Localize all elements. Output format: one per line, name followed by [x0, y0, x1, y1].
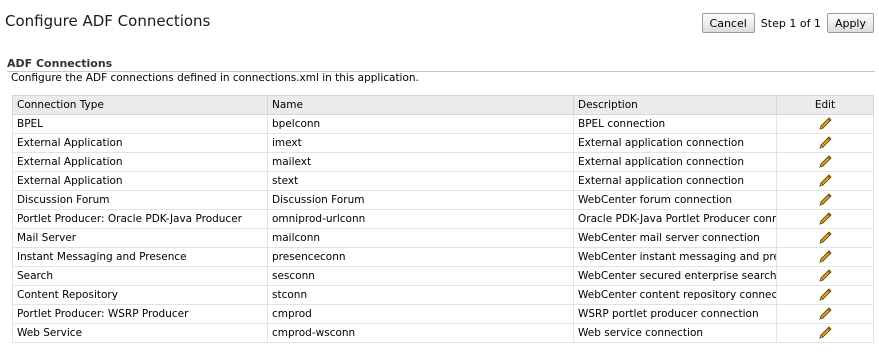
table-row[interactable]: Search sesconn WebCenter secured enterpris…: [12, 266, 874, 286]
table-row[interactable]: Portlet Producer: WSRP Producer cmprod WSR…: [12, 304, 874, 324]
column-header-edit: Edit: [776, 95, 874, 115]
pencil-icon[interactable]: [817, 135, 833, 151]
table-body: BPEL bpelconn BPEL connection External Appl…: [12, 114, 874, 343]
connection-name-cell: bpelconn: [267, 114, 574, 134]
connection-description-cell: Web service connection: [573, 323, 777, 343]
pencil-icon[interactable]: [817, 325, 833, 341]
toolbar: Cancel Step 1 of 1 Apply: [701, 12, 874, 34]
connection-name-cell: Discussion Forum: [267, 190, 574, 210]
connection-description-cell: Oracle PDK-Java Portlet Producer connect: [573, 209, 777, 229]
connection-name-cell: mailconn: [267, 228, 574, 248]
connection-description-cell: WSRP portlet producer connection: [573, 304, 777, 324]
cancel-button[interactable]: Cancel: [701, 13, 755, 33]
step-indicator: Step 1 of 1: [760, 16, 821, 30]
table-row[interactable]: External Application mailext External appl…: [12, 152, 874, 172]
connection-type-cell: External Application: [12, 133, 268, 153]
connection-type-cell: External Application: [12, 152, 268, 172]
connection-description-cell: BPEL connection: [573, 114, 777, 134]
connection-description-cell: WebCenter forum connection: [573, 190, 777, 210]
connection-type-cell: BPEL: [12, 114, 268, 134]
edit-cell[interactable]: [776, 190, 874, 210]
connection-name-cell: presenceconn: [267, 247, 574, 267]
table-header-row: Connection Type Name Description Edit: [12, 95, 874, 115]
edit-cell[interactable]: [776, 209, 874, 229]
table-row[interactable]: Portlet Producer: Oracle PDK-Java Produc…: [12, 209, 874, 229]
connection-type-cell: External Application: [12, 171, 268, 191]
connection-name-cell: imext: [267, 133, 574, 153]
pencil-icon[interactable]: [817, 211, 833, 227]
pencil-icon[interactable]: [817, 173, 833, 189]
connection-description-cell: WebCenter mail server connection: [573, 228, 777, 248]
connection-type-cell: Discussion Forum: [12, 190, 268, 210]
edit-cell[interactable]: [776, 266, 874, 286]
table-row[interactable]: BPEL bpelconn BPEL connection: [12, 114, 874, 134]
connection-name-cell: cmprod: [267, 304, 574, 324]
edit-cell[interactable]: [776, 247, 874, 267]
pencil-icon[interactable]: [817, 192, 833, 208]
connection-name-cell: stconn: [267, 285, 574, 305]
pencil-icon[interactable]: [817, 287, 833, 303]
connection-name-cell: stext: [267, 171, 574, 191]
table-row[interactable]: Instant Messaging and Presence presenceco…: [12, 247, 874, 267]
pencil-icon[interactable]: [817, 249, 833, 265]
section-description: Configure the ADF connections defined in…: [11, 72, 419, 84]
edit-cell[interactable]: [776, 323, 874, 343]
connection-description-cell: External application connection: [573, 152, 777, 172]
connections-table: Connection Type Name Description Edit BP…: [12, 95, 874, 343]
connection-type-cell: Mail Server: [12, 228, 268, 248]
connection-type-cell: Content Repository: [12, 285, 268, 305]
edit-cell[interactable]: [776, 152, 874, 172]
apply-button[interactable]: Apply: [826, 13, 874, 33]
connection-description-cell: WebCenter content repository connection: [573, 285, 777, 305]
section-title: ADF Connections: [7, 57, 875, 72]
connection-type-cell: Instant Messaging and Presence: [12, 247, 268, 267]
edit-cell[interactable]: [776, 228, 874, 248]
column-header-description[interactable]: Description: [573, 95, 777, 115]
pencil-icon[interactable]: [817, 268, 833, 284]
connection-type-cell: Portlet Producer: WSRP Producer: [12, 304, 268, 324]
connection-name-cell: cmprod-wsconn: [267, 323, 574, 343]
connection-name-cell: sesconn: [267, 266, 574, 286]
edit-cell[interactable]: [776, 114, 874, 134]
table-row[interactable]: Web Service cmprod-wsconn Web service conn…: [12, 323, 874, 343]
table-row[interactable]: Discussion Forum Discussion Forum WebCente…: [12, 190, 874, 210]
connection-name-cell: mailext: [267, 152, 574, 172]
pencil-icon[interactable]: [817, 230, 833, 246]
connection-type-cell: Search: [12, 266, 268, 286]
connection-description-cell: WebCenter instant messaging and preser: [573, 247, 777, 267]
edit-cell[interactable]: [776, 304, 874, 324]
page-title: Configure ADF Connections: [5, 12, 211, 30]
connection-name-cell: omniprod-urlconn: [267, 209, 574, 229]
connection-type-cell: Portlet Producer: Oracle PDK-Java Produc…: [12, 209, 268, 229]
connection-description-cell: External application connection: [573, 171, 777, 191]
column-header-name[interactable]: Name: [267, 95, 574, 115]
pencil-icon[interactable]: [817, 154, 833, 170]
table-row[interactable]: Mail Server mailconn WebCenter mail server…: [12, 228, 874, 248]
table-row[interactable]: Content Repository stconn WebCenter conten…: [12, 285, 874, 305]
edit-cell[interactable]: [776, 133, 874, 153]
pencil-icon[interactable]: [817, 116, 833, 132]
table-row[interactable]: External Application imext External applic…: [12, 133, 874, 153]
connection-type-cell: Web Service: [12, 323, 268, 343]
edit-cell[interactable]: [776, 171, 874, 191]
connection-description-cell: WebCenter secured enterprise search cor: [573, 266, 777, 286]
column-header-connection-type[interactable]: Connection Type: [12, 95, 268, 115]
connection-description-cell: External application connection: [573, 133, 777, 153]
pencil-icon[interactable]: [817, 306, 833, 322]
table-row[interactable]: External Application stext External applic…: [12, 171, 874, 191]
edit-cell[interactable]: [776, 285, 874, 305]
